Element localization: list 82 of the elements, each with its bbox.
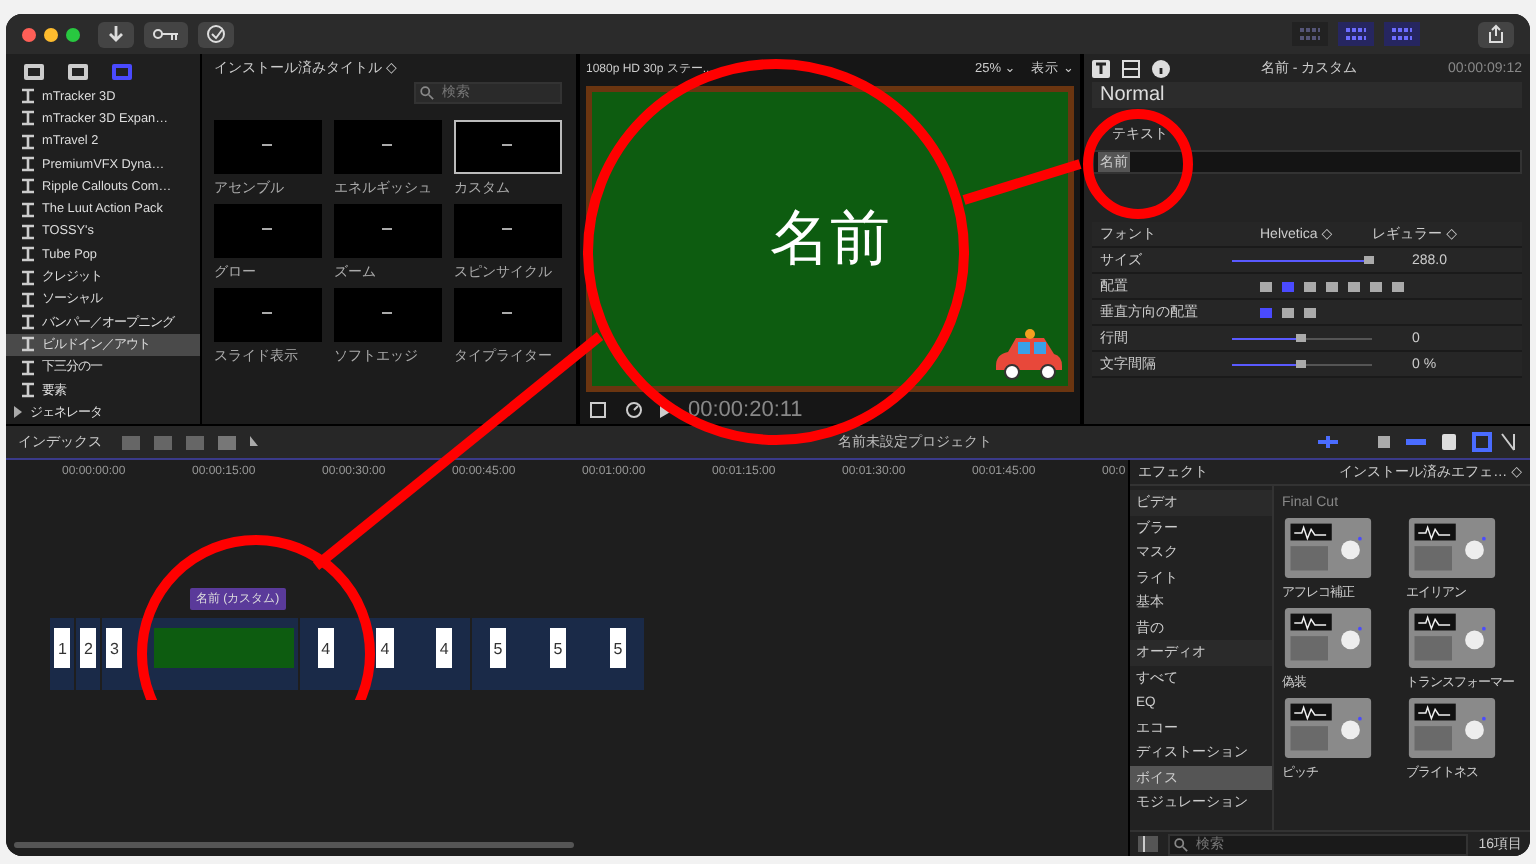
preset-menu[interactable]: Normal [1092,82,1522,108]
share-icon[interactable] [1478,21,1514,47]
title-text: 名前 [770,202,890,278]
layout-toggle[interactable] [1338,22,1374,46]
clip-number: 4 [435,628,453,668]
title-thumbnail[interactable] [334,120,442,174]
transform-icon[interactable] [588,400,608,420]
title-thumbnail[interactable] [454,204,562,258]
chalkboard-thumbnail [154,628,294,668]
video-inspector-icon[interactable] [1122,59,1140,77]
info-icon[interactable] [1152,59,1170,77]
timeline-controls-icon[interactable] [1318,432,1518,452]
clip-number: 5 [609,628,627,668]
grid-icon [1392,26,1412,42]
audio-effect-icon[interactable] [1406,518,1498,578]
play-icon[interactable] [660,403,672,417]
clip-number: 4 [376,628,394,668]
title-icon [20,110,36,127]
speed-icon[interactable] [624,400,644,420]
scroll-bar[interactable] [14,842,574,848]
leader-line [962,159,1082,205]
alignment-option[interactable] [1326,281,1338,291]
library-tab[interactable] [66,58,90,78]
video-clip[interactable]: 5 5 5 [472,618,644,690]
title-icon [20,88,36,105]
callout-circle [1083,109,1193,219]
title-icon [20,201,36,218]
clip-number: 5 [549,628,567,668]
key-icon[interactable] [144,21,188,47]
layout-toggle[interactable] [1384,22,1420,46]
layout-toggle[interactable] [1292,22,1328,46]
title-icon [20,359,36,376]
check-icon[interactable] [198,21,234,47]
alignment-option[interactable] [1282,307,1294,317]
sidebar-toggle-icon[interactable] [1138,836,1158,852]
alignment-option[interactable] [1304,307,1316,317]
title-icon [20,133,36,150]
audio-effect-icon[interactable] [1406,698,1498,758]
alignment-option[interactable] [1348,281,1360,291]
title-icon [20,223,36,240]
title-thumbnail[interactable] [454,288,562,342]
window-controls-icon[interactable] [22,27,80,41]
grid-icon [1300,26,1320,42]
video-clip[interactable]: 3 [102,618,298,690]
title-icon [20,336,36,353]
title-thumbnail[interactable] [334,288,442,342]
audio-effect-icon[interactable] [1406,608,1498,668]
title-icon [20,291,36,308]
title-thumbnail[interactable] [214,120,322,174]
video-clip[interactable]: 2 [76,618,100,690]
alignment-option[interactable] [1260,281,1272,291]
title-icon [20,382,36,399]
clip-number: 4 [317,628,335,668]
title-icon [20,314,36,331]
edit-tools-icon[interactable] [122,433,262,451]
clip-number: 3 [106,628,123,668]
clip-number: 5 [489,628,507,668]
audio-effect-icon[interactable] [1282,518,1374,578]
alignment-option[interactable] [1304,281,1316,291]
title-thumbnail[interactable] [454,120,562,174]
audio-effect-icon[interactable] [1282,608,1374,668]
video-clip[interactable]: 1 [50,618,74,690]
import-icon[interactable] [98,21,134,47]
audio-effect-icon[interactable] [1282,698,1374,758]
grid-icon [1346,26,1366,42]
clip-number: 2 [80,628,97,668]
car-drawing [992,326,1064,382]
text-inspector-icon[interactable] [1092,59,1110,77]
clip-number: 1 [54,628,71,668]
alignment-option[interactable] [1392,281,1404,291]
disclosure-triangle-icon[interactable] [12,406,24,419]
title-thumbnail[interactable] [334,204,442,258]
title-icon [20,156,36,173]
title-icon [20,269,36,286]
title-icon [20,246,36,263]
timecode: 00:00:20:11 [688,398,803,422]
alignment-option[interactable] [1370,281,1382,291]
library-tab[interactable] [22,58,46,78]
video-clip[interactable]: 4 4 4 [300,618,470,690]
title-thumbnail[interactable] [214,288,322,342]
title-thumbnail[interactable] [214,204,322,258]
title-icon [20,178,36,195]
